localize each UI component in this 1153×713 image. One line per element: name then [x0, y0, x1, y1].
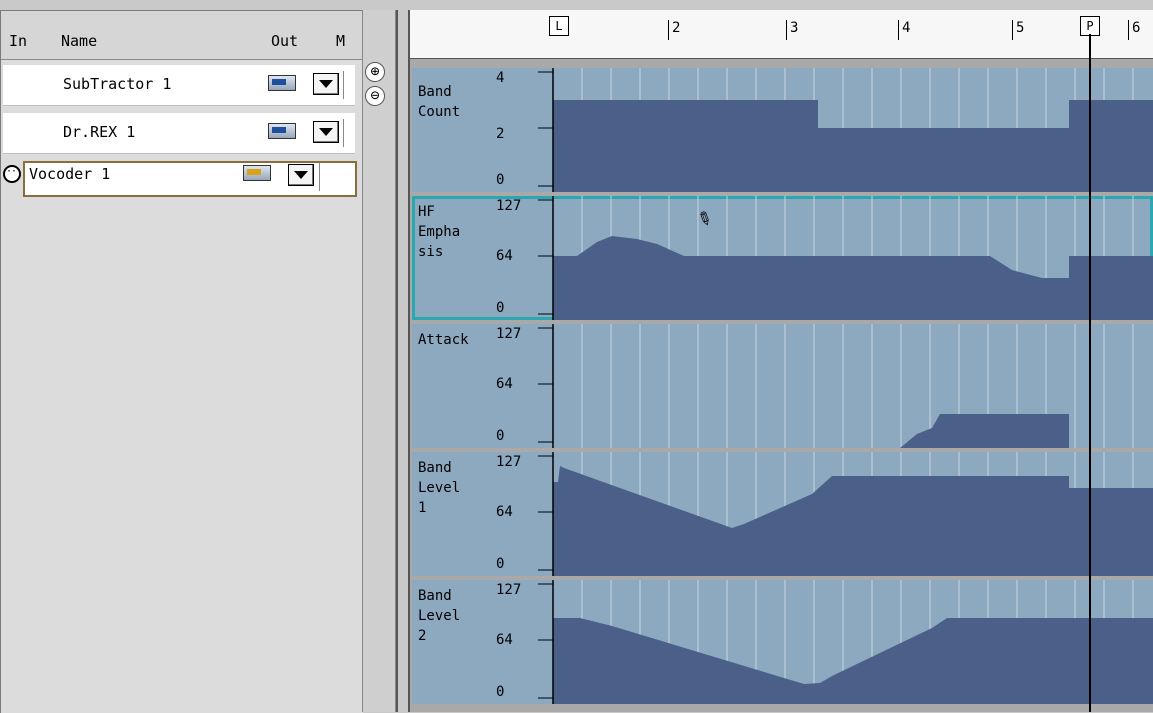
automation-curve [553, 466, 1153, 576]
automation-lane-band-level-1[interactable]: Band Level 1 127 64 0 [412, 452, 1153, 576]
track-list-panel: In Name Out M SubTractor 1 Dr.REX 1 Voco… [0, 10, 363, 713]
bar-label-6: 6 [1128, 20, 1140, 40]
track-row-subtractor[interactable]: SubTractor 1 [3, 65, 355, 106]
automation-curve [553, 618, 1153, 704]
zoom-out-icon[interactable]: ⊖ [365, 86, 385, 106]
out-dropdown-button[interactable] [288, 164, 314, 186]
lane-tick-bottom: 0 [496, 300, 505, 316]
drrex-device-icon [268, 123, 296, 139]
left-locator-marker[interactable]: L [549, 16, 569, 36]
lane-tick-mid: 64 [496, 632, 513, 648]
bar-label-2: 2 [668, 20, 680, 40]
lane-name: Band Level 2 [418, 588, 461, 644]
vocoder-device-icon [243, 165, 271, 181]
lane-name: Attack [418, 332, 469, 348]
bar-label-5: 5 [1012, 20, 1024, 40]
automation-lane-hf-emphasis[interactable]: HF Empha sis 127 64 0 [412, 196, 1153, 320]
bar-label-3: 3 [786, 20, 798, 40]
track-row-vocoder[interactable]: Vocoder 1 [3, 161, 357, 197]
lane-tick-top: 127 [496, 454, 522, 470]
lane-tick-bottom: 0 [496, 172, 505, 188]
zoom-column: ⊕ ⊖ [362, 10, 396, 712]
bar-label-4: 4 [898, 20, 910, 40]
automation-lane-attack[interactable]: Attack 127 64 0 [412, 324, 1153, 448]
out-dropdown-button[interactable] [313, 121, 339, 143]
time-ruler[interactable]: L 2 3 4 5 6 P [410, 10, 1153, 59]
panel-splitter[interactable] [396, 10, 410, 712]
track-name[interactable]: Vocoder 1 [29, 165, 110, 183]
lane-tick-bottom: 0 [496, 684, 505, 700]
automation-curve [553, 236, 1153, 320]
automation-curve [900, 414, 1069, 448]
zoom-in-icon[interactable]: ⊕ [365, 62, 385, 82]
track-name[interactable]: Dr.REX 1 [63, 123, 135, 141]
song-position-line[interactable] [1089, 34, 1091, 712]
automation-lane-band-level-2[interactable]: Band Level 2 127 64 0 [412, 580, 1153, 704]
header-out: Out [271, 32, 299, 50]
lane-tick-bottom: 0 [496, 556, 505, 572]
sequencer-area: L 2 3 4 5 6 P Band Count 4 2 0 HF Empha … [410, 10, 1153, 712]
lane-name: Band Level 1 [418, 460, 461, 516]
midi-input-icon[interactable] [3, 165, 21, 183]
track-row-drrex[interactable]: Dr.REX 1 [3, 113, 355, 154]
mute-checkbox[interactable] [343, 119, 354, 147]
track-list-header: In Name Out M [1, 11, 363, 60]
lane-name: Band Count [418, 84, 461, 120]
lane-tick-top: 127 [496, 582, 522, 598]
lane-tick-top: 127 [496, 198, 522, 214]
lane-tick-top: 4 [496, 70, 505, 86]
subtractor-device-icon [268, 75, 296, 91]
track-name[interactable]: SubTractor 1 [63, 75, 171, 93]
mute-checkbox[interactable] [343, 71, 354, 99]
automation-lane-band-count[interactable]: Band Count 4 2 0 [412, 68, 1153, 192]
lane-tick-bottom: 0 [496, 428, 505, 444]
lane-tick-mid: 64 [496, 504, 513, 520]
lane-tick-mid: 2 [496, 126, 505, 142]
out-dropdown-button[interactable] [313, 73, 339, 95]
lane-tick-top: 127 [496, 326, 522, 342]
header-m: M [336, 32, 346, 50]
lane-tick-mid: 64 [496, 376, 513, 392]
mute-checkbox[interactable] [319, 163, 330, 191]
lane-name: HF Empha sis [418, 204, 461, 260]
header-in: In [9, 32, 28, 50]
song-position-marker[interactable]: P [1080, 16, 1100, 36]
automation-curve [553, 100, 1153, 192]
header-name: Name [61, 32, 98, 50]
lane-tick-mid: 64 [496, 248, 513, 264]
